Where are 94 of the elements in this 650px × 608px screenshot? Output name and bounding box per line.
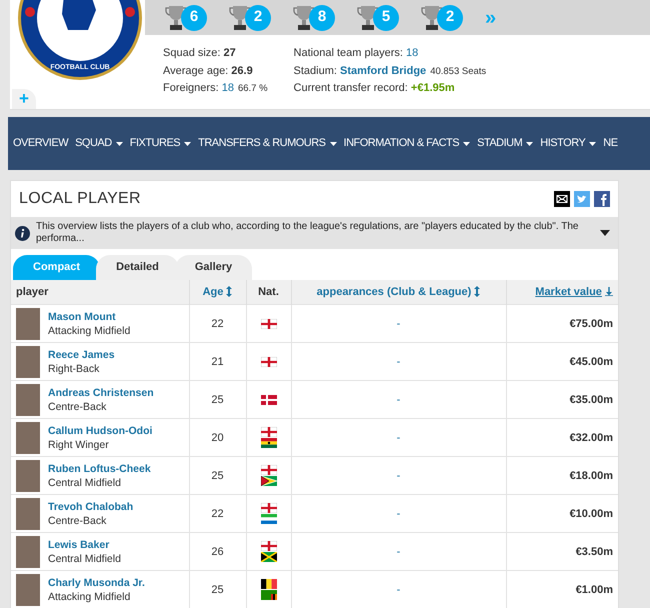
trophy-icon[interactable]: [293, 4, 315, 32]
player-name-link[interactable]: Mason Mount: [48, 310, 130, 324]
trophy-icon[interactable]: [357, 4, 379, 32]
sort-icon[interactable]: [474, 286, 480, 298]
age-cell: 21: [189, 342, 246, 380]
nav-item[interactable]: STADIUM: [477, 135, 534, 152]
caret-icon[interactable]: [330, 142, 337, 146]
appearances-cell: -: [291, 342, 506, 380]
player-position: Attacking Midfield: [48, 324, 130, 338]
age-cell: 25: [189, 456, 246, 494]
player-photo-placeholder: [16, 422, 40, 454]
player-name-link[interactable]: Charly Musonda Jr.: [48, 576, 145, 590]
player-name-link[interactable]: Ruben Loftus-Cheek: [48, 462, 151, 476]
column-header[interactable]: appearances (Club & League): [291, 280, 506, 304]
market-value-cell: €35.00m: [506, 380, 618, 418]
market-value-cell: €45.00m: [506, 342, 618, 380]
player-position: Attacking Midfield: [48, 590, 132, 604]
age-cell: 22: [189, 304, 246, 342]
nav-item[interactable]: FIXTURES: [130, 135, 192, 152]
player-position: Centre-Back: [48, 400, 108, 414]
view-tab[interactable]: Gallery: [174, 255, 252, 280]
stat-line: Stadium: Stamford Bridge 40.853 Seats: [294, 64, 486, 78]
player-name-link[interactable]: Trevoh Chalobah: [48, 500, 134, 514]
column-header[interactable]: Market value: [506, 280, 618, 304]
appearances-cell: -: [291, 304, 506, 342]
player-name-link[interactable]: Reece James: [48, 348, 115, 362]
trophy-icon[interactable]: [421, 4, 443, 32]
nav-item[interactable]: INFORMATION & FACTS: [344, 135, 470, 152]
player-position: Central Midfield: [48, 476, 122, 490]
player-photo-placeholder: [16, 574, 40, 606]
age-cell: 25: [189, 380, 246, 418]
player-name-link[interactable]: Lewis Baker: [48, 538, 121, 552]
appearances-cell: -: [291, 532, 506, 570]
caret-icon[interactable]: [526, 142, 534, 146]
player-photo-placeholder: [16, 346, 40, 378]
market-value-cell: €1.00m: [506, 570, 618, 608]
caret-icon[interactable]: [116, 142, 123, 146]
player-position: Central Midfield: [48, 552, 121, 566]
appearances-cell: -: [291, 494, 506, 532]
age-cell: 26: [189, 532, 246, 570]
nav-item[interactable]: SQUAD: [75, 135, 123, 152]
section-title: LOCAL PLAYER: [19, 189, 141, 209]
caret-icon[interactable]: [600, 230, 610, 236]
view-tab[interactable]: Detailed: [96, 255, 179, 280]
player-photo-placeholder: [16, 536, 40, 568]
trophy-count: 6: [181, 4, 207, 30]
player-position: Centre-Back: [48, 514, 108, 528]
age-cell: 25: [189, 570, 246, 608]
appearances-cell: -: [291, 380, 506, 418]
player-photo-placeholder: [16, 308, 40, 340]
stat-line: Foreigners: 18 66.7 %: [163, 81, 268, 96]
email-icon[interactable]: [554, 191, 570, 207]
trophy-count: 2: [437, 4, 463, 30]
nav-item[interactable]: OVERVIEW: [13, 135, 68, 152]
market-value-cell: €32.00m: [506, 418, 618, 456]
appearances-cell: -: [291, 456, 506, 494]
caret-icon[interactable]: [184, 142, 192, 146]
player-name-link[interactable]: Andreas Christensen: [48, 386, 154, 400]
facebook-icon[interactable]: [594, 191, 610, 207]
market-value-cell: €18.00m: [506, 456, 618, 494]
player-position: Right Winger: [48, 438, 110, 452]
player-position: Right-Back: [48, 362, 100, 376]
sort-icon[interactable]: [226, 286, 232, 298]
stat-line: Average age: 26.9: [163, 64, 254, 78]
trophy-icon[interactable]: [229, 4, 251, 32]
stat-line: National team players: 18: [294, 46, 420, 61]
nav-item[interactable]: TRANSFERS & RUMOURS: [198, 135, 337, 152]
market-value-cell: €10.00m: [506, 494, 618, 532]
sort-descending-icon[interactable]: [605, 287, 613, 296]
player-photo-placeholder: [16, 460, 40, 492]
stat-line: Squad size: 27: [163, 46, 237, 61]
column-header: Nat.: [246, 280, 291, 304]
stat-line: Current transfer record: +€1.95m: [294, 81, 456, 96]
column-header[interactable]: Age: [189, 280, 246, 304]
column-header: player: [11, 280, 189, 304]
market-value-cell: €3.50m: [506, 532, 618, 570]
trophy-count: 8: [309, 4, 335, 30]
trophy-icon[interactable]: [165, 4, 187, 32]
trophy-count: 2: [245, 4, 271, 30]
age-cell: 20: [189, 418, 246, 456]
player-photo-placeholder: [16, 498, 40, 530]
market-value-cell: €75.00m: [506, 304, 618, 342]
appearances-cell: -: [291, 418, 506, 456]
info-text: This overview lists the players of a club who, according to the league's regulations, are "players educated by the club". The performa...: [36, 221, 580, 245]
appearances-cell: -: [291, 570, 506, 608]
caret-icon[interactable]: [463, 142, 470, 146]
trophy-count: 5: [373, 4, 399, 30]
nav-item[interactable]: HISTORY: [540, 135, 596, 152]
nav-item[interactable]: NE: [603, 135, 618, 152]
player-name-link[interactable]: Callum Hudson-Odoi: [48, 424, 152, 438]
info-icon: [15, 226, 30, 240]
player-photo-placeholder: [16, 384, 40, 416]
age-cell: 22: [189, 494, 246, 532]
caret-icon[interactable]: [589, 142, 596, 146]
